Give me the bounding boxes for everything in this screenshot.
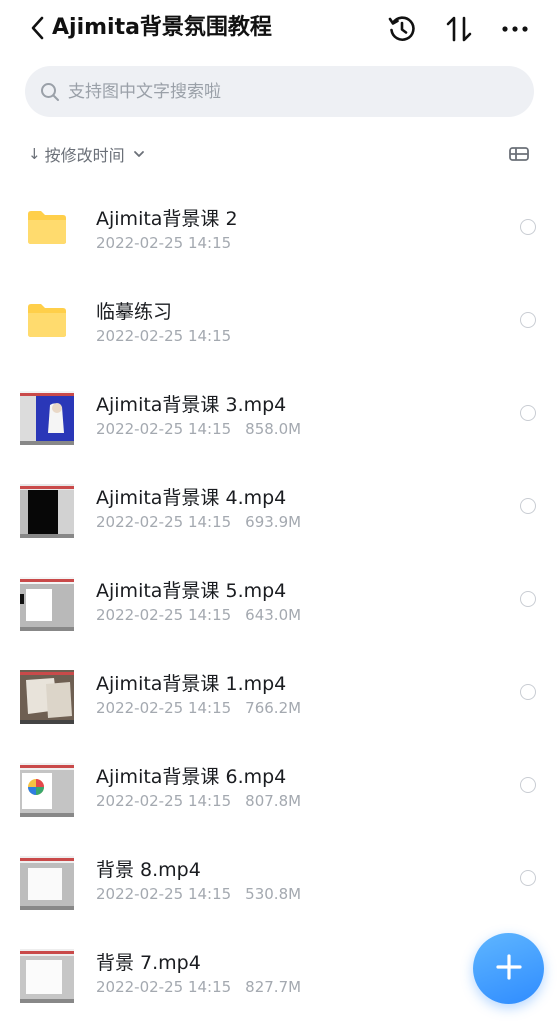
file-name: Ajimita背景课 2 <box>96 208 238 230</box>
select-checkbox[interactable] <box>520 870 536 886</box>
folder-icon <box>26 302 68 339</box>
file-name: 背景 8.mp4 <box>96 859 201 881</box>
history-clock-icon[interactable] <box>386 13 418 45</box>
list-item[interactable]: Ajimita背景课 1.mp4 2022-02-25 14:15 766.2M <box>0 645 558 738</box>
list-item[interactable]: Ajimita背景课 3.mp4 2022-02-25 14:15 858.0M <box>0 366 558 459</box>
page-title: Ajimita背景氛围教程 <box>52 15 272 40</box>
list-item[interactable]: Ajimita背景课 2 2022-02-25 14:15 <box>0 180 558 273</box>
search-icon <box>40 82 60 102</box>
file-date: 2022-02-25 14:15 <box>96 606 232 624</box>
video-thumbnail <box>20 391 74 445</box>
file-date: 2022-02-25 14:15 <box>96 513 232 531</box>
list-item[interactable]: 临摹练习 2022-02-25 14:15 <box>0 273 558 366</box>
search-bar[interactable] <box>25 66 534 117</box>
file-name: Ajimita背景课 6.mp4 <box>96 766 287 788</box>
file-name: Ajimita背景课 5.mp4 <box>96 580 287 602</box>
top-bar: Ajimita背景氛围教程 <box>0 0 558 58</box>
sort-label: 按修改时间 <box>44 146 125 165</box>
file-date: 2022-02-25 14:15 <box>96 885 232 903</box>
plus-icon <box>495 953 523 985</box>
folder-icon <box>26 209 68 246</box>
file-browser: Ajimita背景氛围教程 ↓ 按修改时间 <box>0 0 558 1024</box>
sort-selector[interactable]: ↓ 按修改时间 <box>28 142 145 166</box>
select-checkbox[interactable] <box>520 684 536 700</box>
file-name: Ajimita背景课 4.mp4 <box>96 487 287 509</box>
file-meta: 2022-02-25 14:15 766.2M <box>96 699 301 717</box>
video-thumbnail <box>20 484 74 538</box>
file-meta: 2022-02-25 14:15 <box>96 327 231 345</box>
file-meta: 2022-02-25 14:15 827.7M <box>96 978 301 996</box>
file-name: 临摹练习 <box>96 301 173 323</box>
file-size: 693.9M <box>245 513 302 531</box>
video-thumbnail <box>20 949 74 1003</box>
file-meta: 2022-02-25 14:15 530.8M <box>96 885 301 903</box>
more-dots-icon[interactable] <box>499 13 531 45</box>
add-button[interactable] <box>473 933 544 1004</box>
select-checkbox[interactable] <box>520 219 536 235</box>
file-size: 530.8M <box>245 885 302 903</box>
file-date: 2022-02-25 14:15 <box>96 327 232 345</box>
list-item[interactable]: Ajimita背景课 4.mp4 2022-02-25 14:15 693.9M <box>0 459 558 552</box>
list-item[interactable]: Ajimita背景课 5.mp4 2022-02-25 14:15 643.0M <box>0 552 558 645</box>
file-size: 643.0M <box>245 606 302 624</box>
video-thumbnail <box>20 856 74 910</box>
file-meta: 2022-02-25 14:15 <box>96 234 231 252</box>
select-checkbox[interactable] <box>520 591 536 607</box>
file-name: Ajimita背景课 3.mp4 <box>96 394 287 416</box>
file-name: Ajimita背景课 1.mp4 <box>96 673 287 695</box>
file-date: 2022-02-25 14:15 <box>96 792 232 810</box>
select-checkbox[interactable] <box>520 498 536 514</box>
file-date: 2022-02-25 14:15 <box>96 699 232 717</box>
file-size: 827.7M <box>245 978 302 996</box>
file-date: 2022-02-25 14:15 <box>96 420 232 438</box>
file-size: 807.8M <box>245 792 302 810</box>
list-item[interactable]: Ajimita背景课 6.mp4 2022-02-25 14:15 807.8M <box>0 738 558 831</box>
select-checkbox[interactable] <box>520 777 536 793</box>
list-item[interactable]: 背景 8.mp4 2022-02-25 14:15 530.8M <box>0 831 558 924</box>
file-size: 766.2M <box>245 699 302 717</box>
arrow-down-icon: ↓ <box>28 145 41 163</box>
file-meta: 2022-02-25 14:15 858.0M <box>96 420 301 438</box>
select-checkbox[interactable] <box>520 312 536 328</box>
file-size: 858.0M <box>245 420 302 438</box>
file-meta: 2022-02-25 14:15 693.9M <box>96 513 301 531</box>
file-date: 2022-02-25 14:15 <box>96 234 232 252</box>
file-name: 背景 7.mp4 <box>96 952 201 974</box>
chevron-left-icon[interactable] <box>30 14 52 42</box>
search-input[interactable] <box>68 81 508 102</box>
video-thumbnail <box>20 670 74 724</box>
view-mode-icon[interactable] <box>508 144 530 164</box>
file-meta: 2022-02-25 14:15 643.0M <box>96 606 301 624</box>
chevron-down-icon <box>133 150 145 158</box>
select-checkbox[interactable] <box>520 405 536 421</box>
video-thumbnail <box>20 577 74 631</box>
file-list: Ajimita背景课 2 2022-02-25 14:15 临摹练习 2022-… <box>0 180 558 1017</box>
file-meta: 2022-02-25 14:15 807.8M <box>96 792 301 810</box>
file-date: 2022-02-25 14:15 <box>96 978 232 996</box>
sort-arrows-icon[interactable] <box>443 13 475 45</box>
video-thumbnail <box>20 763 74 817</box>
